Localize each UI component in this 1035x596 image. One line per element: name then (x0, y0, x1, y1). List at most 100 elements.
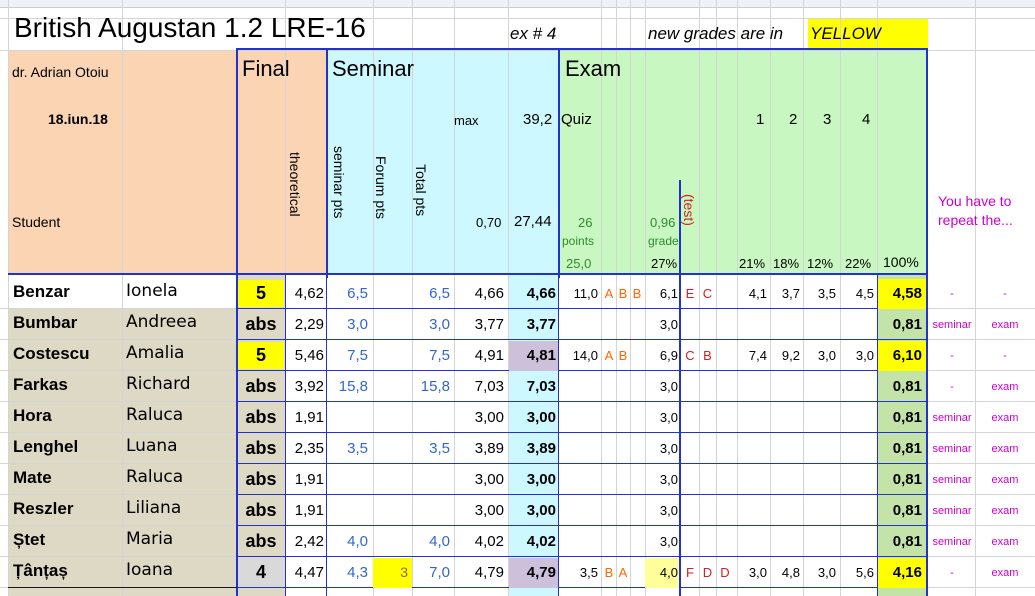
exam-grade-value: 3,0 (659, 317, 678, 332)
seminar-panel (327, 50, 559, 274)
seminar-pts-value: 4,0 (347, 533, 368, 550)
theoretical-value: 2,29 (294, 316, 324, 333)
seminar-final-value: 3,00 (526, 502, 556, 519)
pct-21: 21% (739, 256, 766, 271)
exercise-label: ex # 4 (510, 24, 557, 43)
final-score-value: 0,81 (892, 378, 922, 395)
seminar-final-value: 4,66 (526, 285, 556, 302)
final-score-value: 0,81 (892, 409, 922, 426)
student-last-name: Reszler (13, 499, 74, 518)
repeat-exam: exam (991, 567, 1019, 579)
theoretical-value: 1,91 (294, 471, 324, 488)
test-letter-1: C (685, 348, 695, 363)
sheet-title: British Augustan 1.2 LRE-16 (14, 12, 366, 43)
test-letter-2: B (703, 348, 712, 363)
forum-pts-value: 3 (400, 564, 408, 580)
test-letter-3: D (720, 565, 730, 580)
student-last-name: Costescu (13, 344, 90, 363)
quiz-letter-2: B (618, 348, 628, 363)
seminar-final-value: 4,79 (526, 564, 556, 581)
date-label: 18.iun.18 (48, 111, 108, 127)
student-first-name: Maria (126, 529, 174, 549)
repeat-seminar: - (950, 350, 954, 362)
final-section-title: Final (242, 56, 290, 81)
quiz-4-value: 4,5 (855, 286, 874, 301)
student-first-name: Raluca (126, 405, 184, 425)
final-grade-badge: 4 (238, 559, 284, 586)
quiz-3-value: 3,0 (817, 565, 836, 580)
quiz-3-value: 3,0 (817, 348, 836, 363)
repeat-seminar: - (950, 288, 954, 300)
final-grade-badge: abs (238, 528, 284, 555)
total-pts-value: 7,5 (429, 347, 450, 364)
total-pts-header: Total pts (413, 164, 429, 217)
factor-value: 0,70 (476, 215, 502, 230)
final-grade-badge: abs (238, 497, 284, 524)
repeat-seminar: seminar (932, 443, 972, 455)
seminar-final-value: 4,02 (526, 533, 556, 550)
pct-100: 100% (883, 254, 919, 270)
seminar-grade-value: 7,03 (474, 378, 504, 395)
note-highlight: YELLOW (810, 24, 881, 43)
final-grade-badge: abs (238, 435, 284, 462)
quiz-header: Quiz (561, 111, 592, 128)
total-pts-value: 6,5 (429, 285, 450, 302)
exam-grade-value: 3,0 (659, 534, 678, 549)
exam-grade-value: 6,1 (659, 286, 678, 301)
quiz-3-value: 3,5 (817, 286, 836, 301)
final-grade-badge: abs (238, 373, 284, 400)
student-header: Student (12, 214, 61, 230)
repeat-seminar: seminar (932, 412, 972, 424)
exam-grade-value: 4,0 (659, 565, 678, 580)
theoretical-value: 5,46 (294, 347, 324, 364)
test-header: (test) (681, 194, 697, 226)
grade-label: grade (648, 234, 679, 248)
max-value: 39,2 (523, 111, 553, 128)
quiz-1-value: 4,1 (748, 286, 767, 301)
max-label: max (454, 113, 479, 128)
repeat-exam: exam (991, 474, 1019, 486)
quiz-2-value: 9,2 (781, 348, 800, 363)
student-last-name: Lenghel (13, 437, 79, 456)
repeat-exam: exam (991, 505, 1019, 517)
seminar-pts-value: 3,0 (347, 316, 368, 333)
exam-grade-value: 3,0 (659, 503, 678, 518)
student-first-name: Amalia (126, 343, 185, 363)
seminar-pts-value: 6,5 (347, 285, 368, 302)
quiz-col-4: 4 (862, 111, 871, 128)
total-pts-value: 7,0 (429, 564, 450, 581)
seminar-pts-value: 7,5 (347, 347, 368, 364)
seminar-final-value: 3,77 (526, 316, 556, 333)
final-panel (237, 50, 327, 274)
seminar-pts-value: 3,5 (347, 440, 368, 457)
student-first-name: Luana (126, 436, 178, 456)
repeat-exam: exam (991, 319, 1019, 331)
quiz-col-2: 2 (789, 111, 798, 128)
seminar-final-value: 3,00 (526, 409, 556, 426)
student-first-name: Liliana (126, 498, 182, 518)
student-first-name: Ionela (126, 281, 178, 301)
student-first-name: Raluca (126, 467, 184, 487)
final-score-value: 0,81 (892, 533, 922, 550)
final-score-value: 0,81 (892, 502, 922, 519)
student-first-name: Richard (126, 374, 191, 394)
seminar-grade-value: 4,79 (474, 564, 504, 581)
quiz-2-value: 4,8 (781, 565, 800, 580)
student-last-name: Benzar (13, 282, 70, 301)
seminar-grade-value: 3,77 (474, 316, 504, 333)
seminar-grade-value: 4,02 (474, 533, 504, 550)
final-score-value: 0,81 (892, 316, 922, 333)
quiz-letter-2: B (618, 286, 628, 301)
quiz-4-value: 5,6 (855, 565, 874, 580)
quiz-col-3: 3 (823, 111, 832, 128)
exam-grade-value: 6,9 (659, 348, 678, 363)
quiz-value: 3,5 (579, 565, 598, 580)
theoretical-value: 1,91 (294, 409, 324, 426)
repeat-exam: exam (991, 536, 1019, 548)
exam-section-title: Exam (565, 56, 622, 81)
test-letter-2: D (702, 565, 713, 580)
seminar-grade-value: 3,00 (474, 502, 504, 519)
student-last-name: Țânțaș (13, 561, 68, 580)
repeat-header: You have to repeat the... (938, 193, 1013, 228)
student-last-name: Ștet (13, 530, 46, 549)
